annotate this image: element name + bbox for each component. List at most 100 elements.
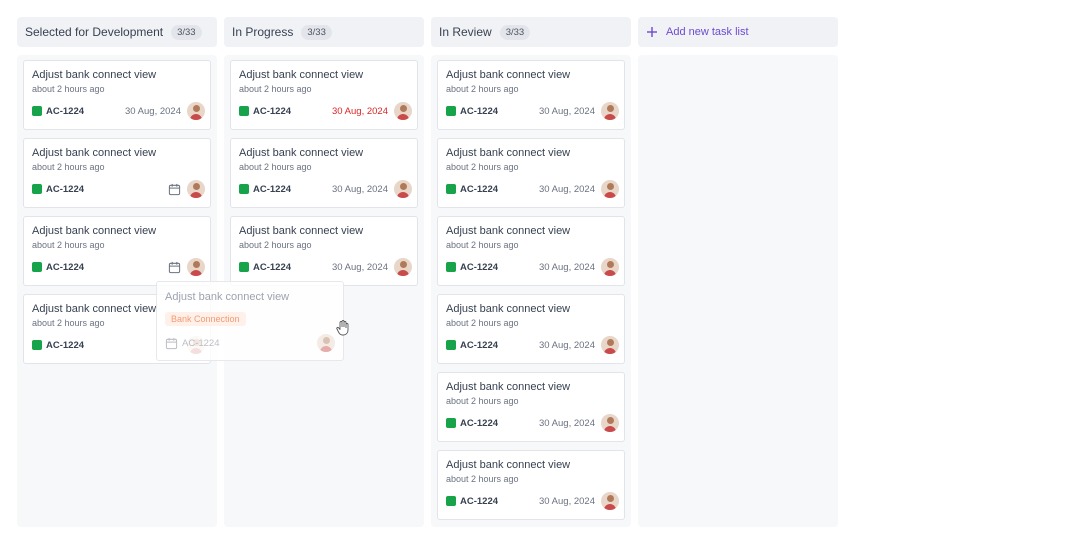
column-title: Selected for Development <box>25 25 164 39</box>
card-time: about 2 hours ago <box>32 162 105 172</box>
avatar[interactable] <box>601 414 619 432</box>
avatar[interactable] <box>187 258 205 276</box>
status-square-icon <box>32 106 42 116</box>
avatar[interactable] <box>601 102 619 120</box>
column-count-badge: 3/33 <box>499 24 531 40</box>
plus-icon <box>646 26 658 38</box>
column-count-badge: 3/33 <box>301 24 332 40</box>
kanban-board: Selected for Development 3/33 Adjust bank … <box>17 17 838 527</box>
card-code: AC-1224 <box>460 261 499 273</box>
avatar[interactable] <box>601 336 619 354</box>
task-card[interactable]: Adjust bank connect view about 2 hours ag… <box>23 60 211 130</box>
avatar[interactable] <box>187 180 205 198</box>
status-square-icon <box>446 184 456 194</box>
card-code: AC-1224 <box>253 105 292 117</box>
card-footer: AC-1224 30 Aug, 2024 <box>446 257 619 277</box>
avatar[interactable] <box>394 102 412 120</box>
task-card[interactable]: Adjust bank connect view about 2 hours ag… <box>23 138 211 208</box>
column-title: In Review <box>439 25 492 39</box>
card-code: AC-1224 <box>46 183 85 195</box>
column-header[interactable]: In Progress 3/33 <box>224 17 424 47</box>
avatar <box>317 334 335 352</box>
card-code: AC-1224 <box>46 105 85 117</box>
status-square-icon <box>32 184 42 194</box>
card-title: Adjust bank connect view <box>239 147 364 159</box>
status-square-icon <box>446 106 456 116</box>
card-code: AC-1224 <box>460 495 499 507</box>
card-due-date: 30 Aug, 2024 <box>539 105 595 117</box>
task-card[interactable]: Adjust bank connect view about 2 hours ag… <box>230 60 418 130</box>
task-card[interactable]: Adjust bank connect view about 2 hours ag… <box>437 372 625 442</box>
card-code: AC-1224 <box>46 261 85 273</box>
task-card[interactable]: Adjust bank connect view about 2 hours ag… <box>23 216 211 286</box>
card-title: Adjust bank connect view <box>239 69 364 81</box>
card-time: about 2 hours ago <box>446 84 519 94</box>
card-footer: AC-1224 30 Aug, 2024 <box>446 491 619 511</box>
status-square-icon <box>32 262 42 272</box>
dragging-card-footer: AC-1224 <box>165 334 335 352</box>
dragging-card-label: Bank Connection <box>165 312 246 326</box>
card-footer: AC-1224 30 Aug, 2024 <box>239 101 412 121</box>
task-card[interactable]: Adjust bank connect view about 2 hours ag… <box>437 216 625 286</box>
task-card[interactable]: Adjust bank connect view about 2 hours ag… <box>437 450 625 520</box>
card-code: AC-1224 <box>460 105 499 117</box>
task-card[interactable]: Adjust bank connect view about 2 hours ag… <box>437 60 625 130</box>
add-task-list-label: Add new task list <box>666 26 749 38</box>
card-title: Adjust bank connect view <box>239 225 364 237</box>
calendar-icon[interactable] <box>167 260 181 274</box>
card-footer: AC-1224 30 Aug, 2024 <box>32 101 205 121</box>
status-square-icon <box>446 262 456 272</box>
card-code: AC-1224 <box>46 339 85 351</box>
column-header[interactable]: In Review 3/33 <box>431 17 631 47</box>
avatar[interactable] <box>394 258 412 276</box>
avatar[interactable] <box>601 258 619 276</box>
task-card[interactable]: Adjust bank connect view about 2 hours ag… <box>230 216 418 286</box>
dragging-card-title: Adjust bank connect view <box>165 291 290 303</box>
card-title: Adjust bank connect view <box>32 69 157 81</box>
card-footer: AC-1224 <box>32 257 205 277</box>
card-footer: AC-1224 30 Aug, 2024 <box>239 257 412 277</box>
task-card[interactable]: Adjust bank connect view about 2 hours ag… <box>230 138 418 208</box>
status-square-icon <box>446 496 456 506</box>
task-card[interactable]: Adjust bank connect view about 2 hours ag… <box>437 294 625 364</box>
add-list-body <box>638 55 838 527</box>
avatar[interactable] <box>601 180 619 198</box>
card-time: about 2 hours ago <box>446 396 519 406</box>
add-task-list-button[interactable]: Add new task list <box>638 17 838 47</box>
column-0: Selected for Development 3/33 Adjust bank … <box>17 17 217 527</box>
card-due-date: 30 Aug, 2024 <box>332 105 388 117</box>
card-time: about 2 hours ago <box>32 84 105 94</box>
column-1: In Progress 3/33 Adjust bank connect view a… <box>224 17 424 527</box>
card-title: Adjust bank connect view <box>446 381 571 393</box>
status-square-icon <box>239 262 249 272</box>
card-due-date: 30 Aug, 2024 <box>539 183 595 195</box>
card-title: Adjust bank connect view <box>446 459 571 471</box>
task-card[interactable]: Adjust bank connect view about 2 hours ag… <box>437 138 625 208</box>
card-time: about 2 hours ago <box>32 240 105 250</box>
card-title: Adjust bank connect view <box>446 303 571 315</box>
card-footer: AC-1224 30 Aug, 2024 <box>446 335 619 355</box>
card-title: Adjust bank connect view <box>446 147 571 159</box>
status-square-icon <box>32 340 42 350</box>
card-due-date: 30 Aug, 2024 <box>332 183 388 195</box>
grab-hand-cursor-icon <box>336 320 350 336</box>
card-title: Adjust bank connect view <box>446 69 571 81</box>
column-2: In Review 3/33 Adjust bank connect view abo… <box>431 17 631 527</box>
calendar-icon[interactable] <box>167 182 181 196</box>
status-square-icon <box>446 340 456 350</box>
avatar[interactable] <box>187 102 205 120</box>
card-title: Adjust bank connect view <box>32 147 157 159</box>
card-code: AC-1224 <box>253 183 292 195</box>
column-header[interactable]: Selected for Development 3/33 <box>17 17 217 47</box>
card-code: AC-1224 <box>460 183 499 195</box>
status-square-icon <box>239 106 249 116</box>
column-count-badge: 3/33 <box>171 24 202 40</box>
avatar[interactable] <box>394 180 412 198</box>
card-time: about 2 hours ago <box>239 162 312 172</box>
avatar[interactable] <box>601 492 619 510</box>
card-footer: AC-1224 30 Aug, 2024 <box>446 413 619 433</box>
dragging-card-ghost[interactable]: Adjust bank connect view Bank Connection… <box>156 281 344 361</box>
card-time: about 2 hours ago <box>239 84 312 94</box>
calendar-icon <box>165 337 178 350</box>
card-footer: AC-1224 <box>32 179 205 199</box>
